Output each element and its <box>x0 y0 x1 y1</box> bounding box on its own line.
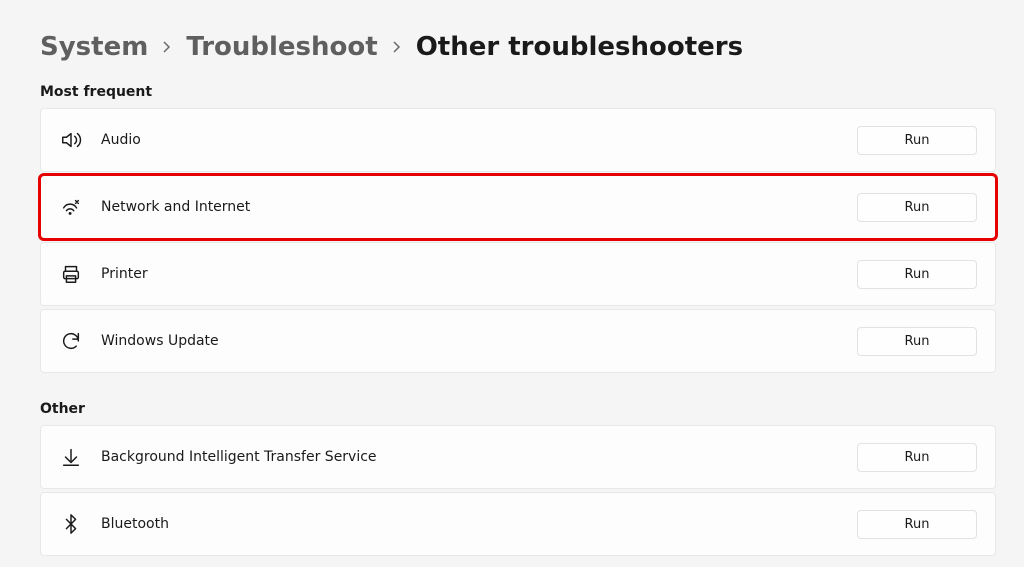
troubleshooter-label: Bluetooth <box>101 516 857 532</box>
printer-icon <box>59 262 83 286</box>
breadcrumb-current: Other troubleshooters <box>416 32 743 62</box>
section-label-other: Other <box>40 401 996 417</box>
troubleshooter-label: Background Intelligent Transfer Service <box>101 449 857 465</box>
troubleshooter-windows-update: Windows Update Run <box>40 309 996 373</box>
troubleshooter-network: Network and Internet Run <box>40 175 996 239</box>
troubleshooter-label: Audio <box>101 132 857 148</box>
run-button[interactable]: Run <box>857 443 977 472</box>
breadcrumb: System Troubleshoot Other troubleshooter… <box>40 32 996 62</box>
troubleshooter-label: Windows Update <box>101 333 857 349</box>
run-button[interactable]: Run <box>857 260 977 289</box>
troubleshooter-bluetooth: Bluetooth Run <box>40 492 996 556</box>
other-list: Background Intelligent Transfer Service … <box>40 425 996 556</box>
bluetooth-icon <box>59 512 83 536</box>
breadcrumb-system[interactable]: System <box>40 32 148 62</box>
run-button[interactable]: Run <box>857 126 977 155</box>
troubleshooter-label: Printer <box>101 266 857 282</box>
troubleshooter-audio: Audio Run <box>40 108 996 172</box>
download-icon <box>59 445 83 469</box>
run-button[interactable]: Run <box>857 193 977 222</box>
run-button[interactable]: Run <box>857 327 977 356</box>
section-label-most-frequent: Most frequent <box>40 84 996 100</box>
troubleshooter-printer: Printer Run <box>40 242 996 306</box>
update-icon <box>59 329 83 353</box>
settings-page: System Troubleshoot Other troubleshooter… <box>0 0 1024 556</box>
run-button[interactable]: Run <box>857 510 977 539</box>
audio-icon <box>59 128 83 152</box>
most-frequent-list: Audio Run Network and Internet Run Print… <box>40 108 996 373</box>
breadcrumb-troubleshoot[interactable]: Troubleshoot <box>186 32 377 62</box>
network-icon <box>59 195 83 219</box>
chevron-right-icon <box>162 40 172 54</box>
troubleshooter-label: Network and Internet <box>101 199 857 215</box>
troubleshooter-bits: Background Intelligent Transfer Service … <box>40 425 996 489</box>
chevron-right-icon <box>392 40 402 54</box>
